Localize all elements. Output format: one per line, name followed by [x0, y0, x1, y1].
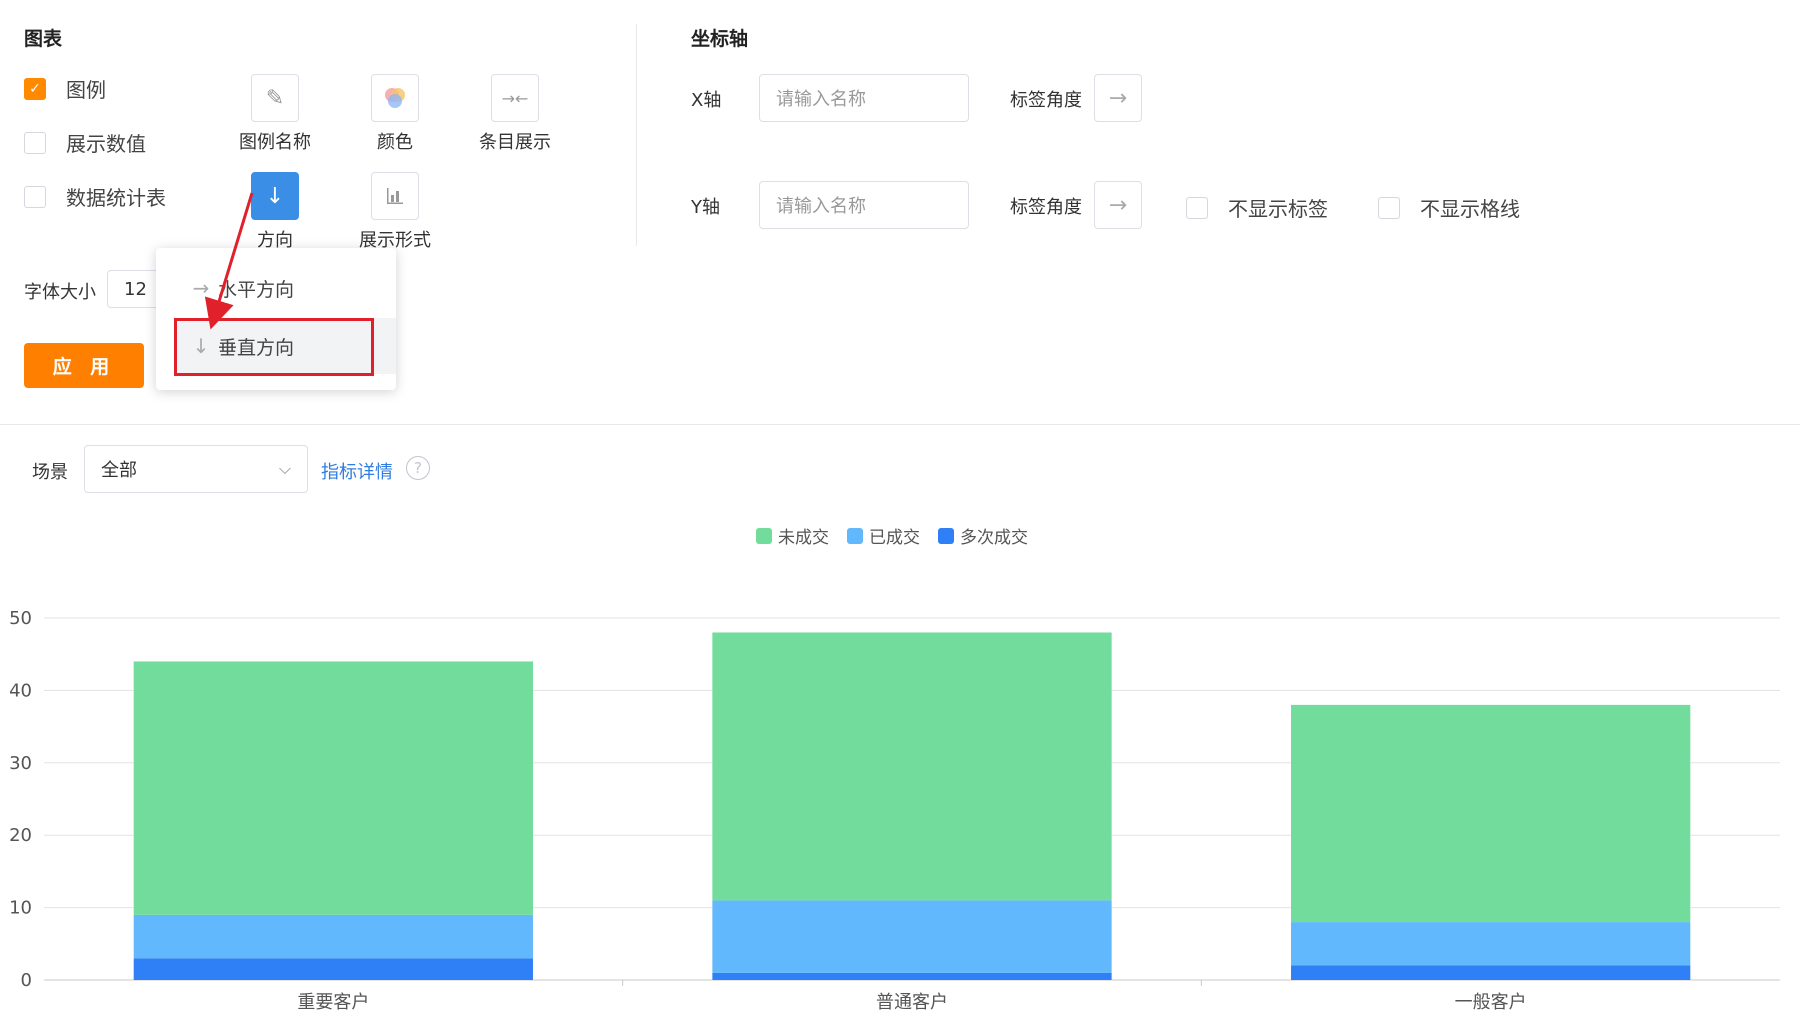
x-axis-placeholder: 请输入名称 [776, 89, 866, 110]
indicator-detail-link[interactable]: 指标详情 [321, 458, 393, 484]
bar-segment [133, 958, 533, 980]
font-size-value: 12 [124, 278, 147, 300]
legend-name-caption: 图例名称 [239, 132, 311, 153]
bar-segment [712, 972, 1112, 980]
legend-item[interactable]: 多次成交 [938, 523, 1028, 548]
direction-dropdown: → 水平方向 ↓ 垂直方向 [156, 248, 396, 390]
y-tick-label: 50 [9, 608, 32, 629]
x-angle-arrow-icon[interactable]: → [1094, 74, 1142, 122]
data-table-checkbox[interactable] [24, 185, 46, 208]
x-axis-label: X轴 [691, 90, 722, 111]
legend-swatch [938, 527, 954, 544]
color-button[interactable]: 颜色 [340, 74, 450, 154]
legend-label: 未成交 [778, 528, 829, 548]
direction-button[interactable]: ↓ 方向 [220, 172, 330, 252]
x-angle-label: 标签角度 [1010, 90, 1082, 111]
x-category-label: 普通客户 [876, 992, 948, 1013]
bar-segment [712, 900, 1112, 973]
legend-label: 多次成交 [960, 528, 1028, 548]
display-form-button[interactable]: 展示形式 [340, 172, 450, 252]
legend-option-label: 图例 [66, 78, 106, 102]
bar-chart-icon[interactable] [371, 172, 419, 220]
option-show-values[interactable]: 展示数值 [24, 128, 146, 157]
pencil-icon[interactable]: ✎ [251, 74, 299, 122]
dropdown-item-horizontal[interactable]: → 水平方向 [184, 268, 294, 308]
legend-item[interactable]: 未成交 [756, 523, 829, 548]
x-axis-name-input[interactable]: 请输入名称 [759, 74, 969, 122]
section-divider [0, 424, 1800, 425]
legend-label: 已成交 [869, 528, 920, 548]
hide-grid-checkbox[interactable] [1378, 196, 1400, 219]
scene-select-value: 全部 [101, 460, 137, 481]
chart-legend: 未成交 已成交 多次成交 [756, 523, 1046, 548]
y-tick-label: 20 [9, 825, 32, 846]
legend-swatch [847, 527, 863, 544]
hide-label-option[interactable]: 不显示标签 [1186, 193, 1328, 222]
y-tick-label: 10 [9, 898, 32, 919]
x-category-label: 一般客户 [1455, 992, 1527, 1013]
show-values-checkbox[interactable] [24, 131, 46, 154]
option-legend[interactable]: ✓ 图例 [24, 74, 106, 103]
font-size-label: 字体大小 [24, 282, 96, 303]
bar-segment [1291, 965, 1691, 980]
color-palette-icon[interactable] [371, 74, 419, 122]
hide-label-checkbox[interactable] [1186, 196, 1208, 219]
bar-segment [1291, 922, 1691, 966]
legend-name-button[interactable]: ✎ 图例名称 [220, 74, 330, 154]
collapse-arrows-icon[interactable]: →← [491, 74, 539, 122]
help-icon[interactable]: ? [406, 456, 430, 480]
stacked-bar-chart: 0 10 20 30 40 50 重要客户 普通客户 一般客户 [9, 608, 1780, 1013]
data-table-label: 数据统计表 [66, 186, 166, 210]
bar-segment [712, 632, 1112, 901]
chart-section-title: 图表 [24, 28, 63, 50]
scene-label: 场景 [32, 462, 68, 483]
arrow-down-icon[interactable]: ↓ [251, 172, 299, 220]
hide-grid-text: 不显示格线 [1420, 197, 1520, 221]
hide-grid-option[interactable]: 不显示格线 [1378, 193, 1520, 222]
show-values-label: 展示数值 [66, 132, 146, 156]
y-axis-name-input[interactable]: 请输入名称 [759, 181, 969, 229]
chevron-down-icon: ⌵ [278, 459, 291, 478]
y-tick-label: 40 [9, 680, 32, 701]
arrow-right-icon: → [192, 276, 210, 300]
item-display-button[interactable]: →← 条目展示 [460, 74, 570, 154]
hide-label-text: 不显示标签 [1228, 197, 1328, 221]
y-angle-arrow-icon[interactable]: → [1094, 181, 1142, 229]
bar-segment [1291, 704, 1691, 923]
apply-button[interactable]: 应 用 [24, 343, 144, 388]
legend-item[interactable]: 已成交 [847, 523, 920, 548]
legend-swatch [756, 527, 772, 544]
color-caption: 颜色 [377, 132, 413, 153]
y-tick-label: 30 [9, 753, 32, 774]
y-angle-label: 标签角度 [1010, 197, 1082, 218]
option-data-table[interactable]: 数据统计表 [24, 182, 166, 211]
y-axis-label: Y轴 [691, 197, 720, 218]
axis-section-title: 坐标轴 [691, 28, 749, 50]
horizontal-label: 水平方向 [218, 278, 295, 301]
panel-divider [636, 24, 637, 246]
scene-select[interactable]: 全部 ⌵ [84, 445, 308, 493]
y-axis-placeholder: 请输入名称 [776, 196, 866, 217]
bar-segment [133, 661, 533, 915]
highlight-box [174, 318, 374, 376]
y-tick-label: 0 [21, 970, 32, 991]
bar-segment [133, 914, 533, 959]
x-category-label: 重要客户 [297, 992, 369, 1013]
item-display-caption: 条目展示 [479, 132, 551, 153]
legend-checkbox[interactable]: ✓ [24, 77, 46, 100]
